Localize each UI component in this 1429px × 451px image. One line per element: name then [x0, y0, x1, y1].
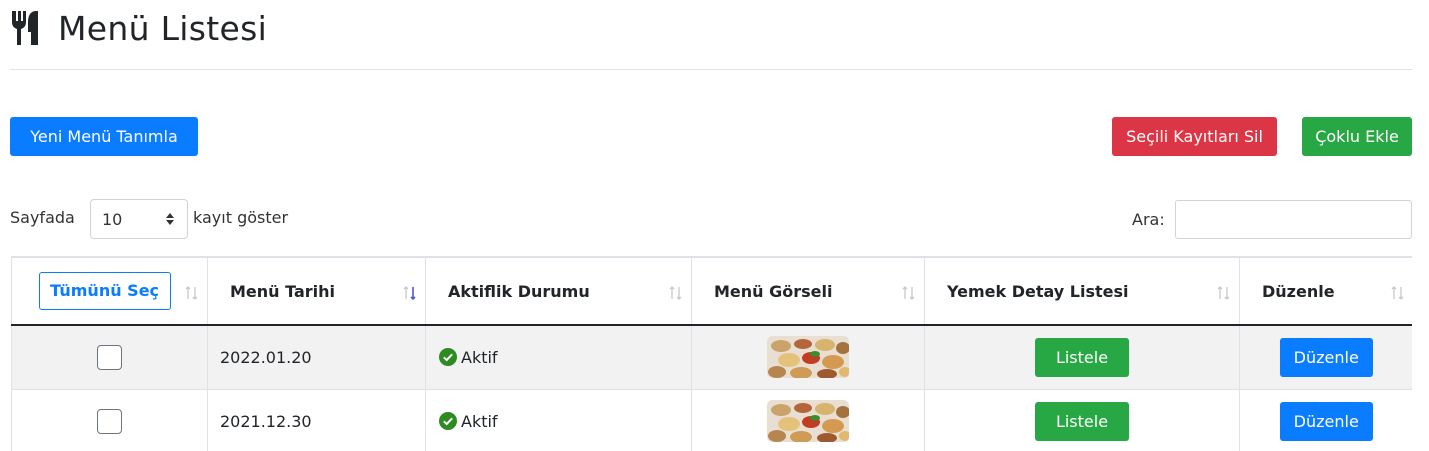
header-divider — [10, 69, 1412, 70]
select-caret-icon — [166, 213, 174, 225]
column-header-label: Menü Tarihi — [230, 281, 336, 301]
column-header-select: Tümünü Seç — [11, 256, 208, 326]
menu-date: 2022.01.20 — [207, 325, 426, 390]
list-button[interactable]: Listele — [1035, 401, 1129, 441]
menu-image-cell — [691, 325, 925, 390]
utensils-icon — [12, 11, 38, 45]
edit-button[interactable]: Düzenle — [1279, 337, 1373, 377]
page-header: Menü Listesi — [10, 8, 267, 48]
page-title: Menü Listesi — [58, 8, 268, 48]
column-header-label: Düzenle — [1262, 281, 1335, 301]
table-header-row: Tümünü Seç Menü Tarihi Aktiflik Durumu M… — [11, 256, 1412, 326]
menu-table-wrapper: Tümünü Seç Menü Tarihi Aktiflik Durumu M… — [11, 256, 1412, 451]
delete-selected-button[interactable]: Seçili Kayıtları Sil — [1112, 117, 1277, 156]
row-select-cell — [11, 389, 208, 451]
sort-desc-icon[interactable] — [403, 285, 417, 301]
menu-table: Tümünü Seç Menü Tarihi Aktiflik Durumu M… — [11, 256, 1412, 451]
detail-list-cell: Listele — [924, 325, 1240, 390]
edit-button[interactable]: Düzenle — [1279, 401, 1373, 441]
sort-icon[interactable] — [669, 285, 683, 301]
column-header-label: Aktiflik Durumu — [448, 281, 590, 301]
column-header-label: Menü Görseli — [714, 281, 833, 301]
list-button[interactable]: Listele — [1035, 337, 1129, 377]
page-length-select[interactable]: 10 — [90, 199, 188, 239]
menu-thumbnail[interactable] — [767, 400, 849, 442]
column-header-date[interactable]: Menü Tarihi — [207, 256, 426, 326]
menu-thumbnail[interactable] — [767, 336, 849, 379]
sort-icon[interactable] — [1391, 285, 1405, 301]
new-menu-button[interactable]: Yeni Menü Tanımla — [10, 117, 198, 156]
column-header-label: Yemek Detay Listesi — [947, 281, 1129, 301]
length-prefix-label: Sayfada — [10, 208, 75, 227]
select-all-button[interactable]: Tümünü Seç — [38, 272, 171, 310]
column-header-image[interactable]: Menü Görseli — [691, 256, 925, 326]
sort-icon[interactable] — [902, 285, 916, 301]
table-row: 2022.01.20 Aktif Listele Düzenle — [11, 325, 1412, 390]
page-length-value: 10 — [102, 209, 123, 229]
check-circle-icon — [439, 348, 457, 367]
sort-icon[interactable] — [185, 285, 199, 301]
row-checkbox[interactable] — [97, 408, 122, 434]
edit-cell: Düzenle — [1239, 325, 1412, 390]
status-badge: Aktif — [439, 412, 691, 431]
row-select-cell — [11, 325, 208, 390]
status-cell: Aktif — [425, 325, 692, 390]
search-input[interactable] — [1175, 200, 1412, 239]
menu-image-cell — [691, 389, 925, 451]
status-badge: Aktif — [439, 348, 691, 367]
status-text: Aktif — [461, 411, 498, 431]
column-header-edit[interactable]: Düzenle — [1239, 256, 1412, 326]
column-header-detail-list[interactable]: Yemek Detay Listesi — [924, 256, 1240, 326]
column-header-status[interactable]: Aktiflik Durumu — [425, 256, 692, 326]
bulk-add-button[interactable]: Çoklu Ekle — [1302, 117, 1412, 156]
edit-cell: Düzenle — [1239, 389, 1412, 451]
menu-date: 2021.12.30 — [207, 389, 426, 451]
detail-list-cell: Listele — [924, 389, 1240, 451]
row-checkbox[interactable] — [97, 344, 122, 370]
table-row: 2021.12.30 Aktif Listele Düzenle — [11, 389, 1412, 451]
check-circle-icon — [439, 412, 457, 430]
status-text: Aktif — [461, 347, 498, 367]
sort-icon[interactable] — [1217, 285, 1231, 301]
length-suffix-label: kayıt göster — [193, 208, 289, 227]
status-cell: Aktif — [425, 389, 692, 451]
search-label: Ara: — [1132, 210, 1165, 229]
